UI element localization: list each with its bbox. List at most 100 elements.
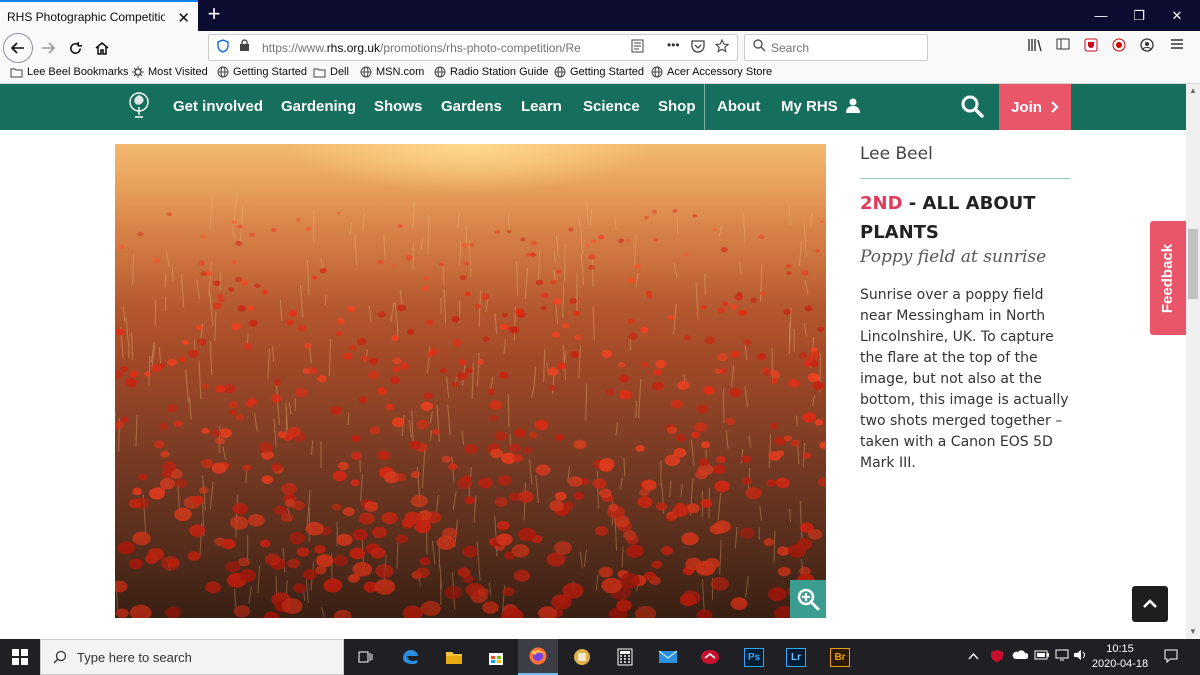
zoom-image-button[interactable] xyxy=(790,580,826,618)
nav-divider xyxy=(704,84,705,130)
back-to-top-button[interactable] xyxy=(1132,586,1168,622)
site-navigation: Get involved Gardening Shows Gardens Lea… xyxy=(0,84,1186,130)
bridge-button[interactable]: Br xyxy=(820,639,860,675)
reload-button[interactable] xyxy=(62,35,88,61)
firefox-button[interactable] xyxy=(518,639,558,675)
nav-get-involved[interactable]: Get involved xyxy=(173,98,263,115)
bookmark-lee-beel[interactable]: Lee Beel Bookmarks xyxy=(10,66,129,78)
bookmark-star-icon[interactable] xyxy=(714,38,730,56)
taskbar-search-placeholder: Type here to search xyxy=(77,649,192,665)
account-icon[interactable] xyxy=(1140,38,1154,55)
page-scrollbar[interactable]: ▲ ▼ xyxy=(1186,84,1200,639)
nav-gardens[interactable]: Gardens xyxy=(441,98,502,115)
search-bar[interactable]: Search xyxy=(744,34,928,61)
competition-photo[interactable] xyxy=(115,144,826,618)
address-bar[interactable]: https://www.rhs.org.uk/promotions/rhs-ph… xyxy=(208,34,738,61)
rhs-logo[interactable] xyxy=(124,90,154,122)
lock-icon[interactable] xyxy=(239,39,250,55)
bookmark-most-visited[interactable]: Most Visited xyxy=(132,66,208,78)
pocket-icon[interactable] xyxy=(691,39,705,56)
tracking-shield-icon[interactable] xyxy=(217,39,229,56)
notifications-icon[interactable] xyxy=(1164,649,1178,666)
bookmark-getting-started-2[interactable]: Getting Started xyxy=(554,66,644,78)
tray-overflow-icon[interactable] xyxy=(968,649,979,663)
search-icon xyxy=(753,39,766,55)
lightroom-icon: Lr xyxy=(786,647,806,667)
nav-shop[interactable]: Shop xyxy=(658,98,696,115)
bookmark-label: Lee Beel Bookmarks xyxy=(27,66,129,78)
task-view-button[interactable] xyxy=(346,639,386,675)
photo-title: Poppy field at sunrise xyxy=(860,247,1047,267)
store-button[interactable] xyxy=(476,639,516,675)
extension-icon[interactable] xyxy=(1112,38,1126,55)
browser-tab[interactable]: RHS Photographic Competition 202 ✕ xyxy=(0,0,198,31)
file-explorer-button[interactable] xyxy=(434,639,474,675)
scroll-down-arrow-icon[interactable]: ▼ xyxy=(1186,625,1200,639)
photoshop-icon: Ps xyxy=(744,647,764,667)
home-icon xyxy=(95,42,109,55)
sidebar-icon[interactable] xyxy=(1056,38,1070,53)
site-search-button[interactable] xyxy=(960,94,986,120)
reader-view-icon[interactable] xyxy=(631,39,644,56)
onedrive-tray-icon[interactable] xyxy=(1012,649,1029,663)
forward-button[interactable] xyxy=(35,35,61,61)
clock-time: 10:15 xyxy=(1106,643,1134,655)
close-window-button[interactable]: ✕ xyxy=(1154,0,1200,31)
antivirus-tray-icon[interactable] xyxy=(990,649,1004,666)
chevron-right-icon xyxy=(1051,101,1059,113)
security-button[interactable] xyxy=(690,639,730,675)
chevron-up-icon xyxy=(1143,599,1157,608)
tab-title: RHS Photographic Competition 202 xyxy=(7,9,165,24)
scrollbar-thumb[interactable] xyxy=(1188,229,1198,299)
bookmark-radio-station-guide[interactable]: Radio Station Guide xyxy=(434,66,548,78)
edge-icon xyxy=(403,650,418,664)
bookmark-dell[interactable]: Dell xyxy=(313,66,349,78)
bookmark-label: Most Visited xyxy=(148,66,208,78)
scroll-up-arrow-icon[interactable]: ▲ xyxy=(1186,84,1200,98)
mail-button[interactable] xyxy=(648,639,688,675)
tab-close-icon[interactable]: ✕ xyxy=(177,9,190,27)
web-page: Get involved Gardening Shows Gardens Lea… xyxy=(0,84,1200,639)
photoshop-button[interactable]: Ps xyxy=(734,639,774,675)
join-button[interactable]: Join xyxy=(999,84,1071,130)
bookmark-acer-store[interactable]: Acer Accessory Store xyxy=(651,66,772,78)
bookmark-getting-started[interactable]: Getting Started xyxy=(217,66,307,78)
edge-button[interactable] xyxy=(390,639,430,675)
network-tray-icon[interactable] xyxy=(1054,649,1070,664)
app-button[interactable] xyxy=(562,639,602,675)
feedback-tab[interactable]: Feedback xyxy=(1150,221,1186,335)
search-placeholder: Search xyxy=(771,41,810,55)
nav-shows[interactable]: Shows xyxy=(374,98,422,115)
search-icon xyxy=(53,650,67,664)
windows-logo-icon xyxy=(12,649,28,665)
forward-arrow-icon xyxy=(42,42,56,54)
user-icon xyxy=(845,98,860,113)
nav-about[interactable]: About xyxy=(717,98,760,115)
back-button[interactable] xyxy=(3,33,33,63)
nav-gardening[interactable]: Gardening xyxy=(281,98,356,115)
mail-icon xyxy=(658,650,678,663)
page-actions-icon[interactable]: ••• xyxy=(667,38,680,52)
bridge-icon: Br xyxy=(830,647,850,667)
bookmark-msn[interactable]: MSN.com xyxy=(360,66,424,78)
taskbar-search[interactable]: Type here to search xyxy=(40,639,344,675)
home-button[interactable] xyxy=(89,35,115,61)
nav-learn[interactable]: Learn xyxy=(521,98,562,115)
url-text[interactable]: https://www.rhs.org.uk/promotions/rhs-ph… xyxy=(262,41,625,55)
nav-my-rhs[interactable]: My RHS xyxy=(781,98,860,115)
menu-icon[interactable] xyxy=(1170,38,1184,53)
zoom-in-icon xyxy=(797,588,820,611)
nav-science[interactable]: Science xyxy=(583,98,640,115)
library-icon[interactable] xyxy=(1028,38,1042,55)
volume-tray-icon[interactable] xyxy=(1073,649,1087,664)
system-clock[interactable]: 10:15 2020-04-18 xyxy=(1088,642,1152,672)
lightroom-button[interactable]: Lr xyxy=(776,639,816,675)
calculator-button[interactable] xyxy=(605,639,645,675)
poppy-field-image xyxy=(115,144,826,618)
new-tab-button[interactable]: + xyxy=(203,3,225,25)
bookmark-label: Acer Accessory Store xyxy=(667,66,773,78)
battery-tray-icon[interactable] xyxy=(1034,649,1050,663)
file-explorer-icon xyxy=(446,651,462,664)
start-button[interactable] xyxy=(0,639,40,675)
extension-shield-icon[interactable] xyxy=(1084,38,1098,55)
